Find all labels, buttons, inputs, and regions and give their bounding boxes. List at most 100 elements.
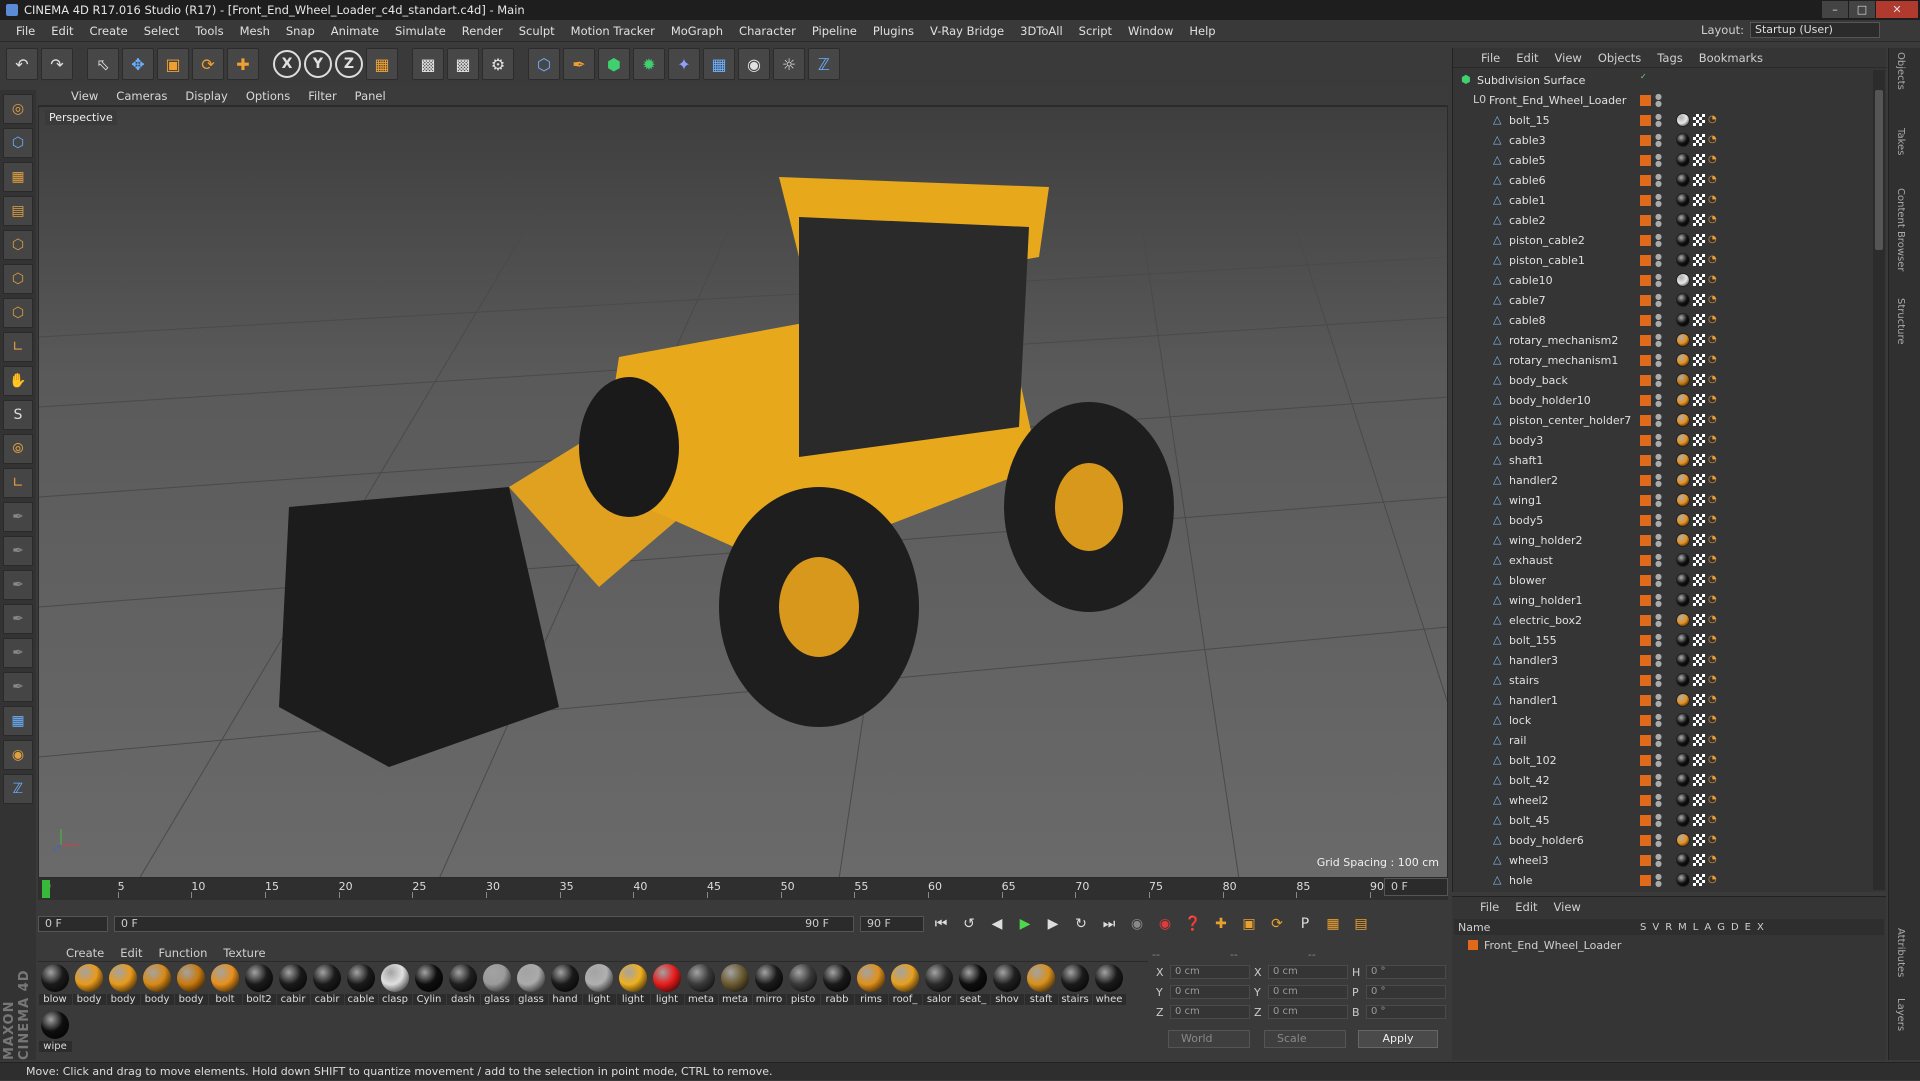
tree-item[interactable]: △ cable10 ● ● ◔: [1453, 270, 1871, 290]
material-tag-icon[interactable]: [1676, 353, 1690, 367]
menu-select[interactable]: Select: [136, 24, 187, 38]
key-position-icon[interactable]: ✚: [1210, 913, 1232, 935]
uvw-tag-icon[interactable]: [1693, 114, 1705, 126]
layer-color-swatch[interactable]: [1640, 354, 1651, 366]
phong-tag-icon[interactable]: ◔: [1708, 634, 1718, 646]
phong-tag-icon[interactable]: ◔: [1708, 754, 1718, 766]
material-tag-icon[interactable]: [1676, 253, 1690, 267]
phong-tag-icon[interactable]: ◔: [1708, 214, 1718, 226]
visibility-dots-icon[interactable]: ● ●: [1655, 713, 1662, 728]
menu-mesh[interactable]: Mesh: [232, 24, 278, 38]
uvw-tag-icon[interactable]: [1693, 334, 1705, 346]
material-swatch[interactable]: meta: [718, 964, 752, 1009]
deform-tool-icon[interactable]: ◉: [3, 740, 33, 770]
material-tag-icon[interactable]: [1676, 573, 1690, 587]
layer-color-swatch[interactable]: [1640, 514, 1651, 526]
layer-color-swatch[interactable]: [1640, 154, 1651, 166]
menu-window[interactable]: Window: [1120, 24, 1181, 38]
tree-item[interactable]: △ wheel3 ● ● ◔: [1453, 850, 1871, 870]
right-tab-structure[interactable]: Structure: [1895, 298, 1906, 345]
key-scale-icon[interactable]: ▣: [1238, 913, 1260, 935]
cube-object-icon[interactable]: ⬡: [528, 48, 560, 80]
visibility-dots-icon[interactable]: ● ●: [1655, 873, 1662, 888]
visibility-dots-icon[interactable]: ● ●: [1655, 493, 1662, 508]
grid-icon[interactable]: ▦: [3, 706, 33, 736]
material-swatch[interactable]: body: [174, 964, 208, 1009]
phong-tag-icon[interactable]: ◔: [1708, 134, 1718, 146]
material-tag-icon[interactable]: [1676, 813, 1690, 827]
phong-tag-icon[interactable]: ◔: [1708, 654, 1718, 666]
layer-color-swatch[interactable]: [1640, 614, 1651, 626]
material-swatch[interactable]: bolt2: [242, 964, 276, 1009]
material-tag-icon[interactable]: [1676, 233, 1690, 247]
tree-item[interactable]: △ hole ● ● ◔: [1453, 870, 1871, 890]
render-picture-viewer-icon[interactable]: ▩: [447, 48, 479, 80]
visibility-dots-icon[interactable]: ● ●: [1655, 653, 1662, 668]
tree-item[interactable]: △ handler2 ● ● ◔: [1453, 470, 1871, 490]
material-swatch[interactable]: dash: [446, 964, 480, 1009]
layer-color-swatch[interactable]: [1640, 234, 1651, 246]
visibility-dots-icon[interactable]: ● ●: [1655, 253, 1662, 268]
viewport-menu-filter[interactable]: Filter: [299, 89, 345, 103]
layout-dropdown[interactable]: Startup (User): [1750, 22, 1880, 38]
max-frame-field[interactable]: 90 F: [860, 916, 924, 932]
uvw-tag-icon[interactable]: [1693, 134, 1705, 146]
make-editable-icon[interactable]: ◎: [3, 94, 33, 124]
snap-icon[interactable]: S: [3, 400, 33, 430]
phong-tag-icon[interactable]: ◔: [1708, 354, 1718, 366]
right-tab-attributes[interactable]: Attributes: [1895, 928, 1906, 977]
recent-tool-icon[interactable]: ✚: [227, 48, 259, 80]
viewport-menu-panel[interactable]: Panel: [346, 89, 395, 103]
layer-color-swatch[interactable]: [1640, 674, 1651, 686]
layer-color-swatch[interactable]: [1640, 194, 1651, 206]
undo-icon[interactable]: ↶: [6, 48, 38, 80]
material-tag-icon[interactable]: [1676, 853, 1690, 867]
material-menu-texture[interactable]: Texture: [215, 946, 273, 960]
menu-edit[interactable]: Edit: [43, 24, 81, 38]
uvw-tag-icon[interactable]: [1693, 614, 1705, 626]
material-swatch[interactable]: glass: [514, 964, 548, 1009]
current-frame-field[interactable]: 0 F: [38, 916, 108, 932]
edges-mode-icon[interactable]: ⬡: [3, 264, 33, 294]
material-swatch[interactable]: mirro: [752, 964, 786, 1009]
material-tag-icon[interactable]: [1676, 373, 1690, 387]
material-tag-icon[interactable]: [1676, 413, 1690, 427]
phong-tag-icon[interactable]: ◔: [1708, 734, 1718, 746]
layer-color-swatch[interactable]: [1640, 334, 1651, 346]
visibility-dots-icon[interactable]: ● ●: [1655, 753, 1662, 768]
visibility-dots-icon[interactable]: ● ●: [1655, 413, 1662, 428]
coords-value-field[interactable]: 0 cm: [1170, 1005, 1250, 1019]
material-swatch[interactable]: wipe: [38, 1011, 72, 1056]
material-tag-icon[interactable]: [1676, 533, 1690, 547]
material-menu-create[interactable]: Create: [58, 946, 112, 960]
tree-item[interactable]: △ cable2 ● ● ◔: [1453, 210, 1871, 230]
enabled-check-icon[interactable]: ✓: [1640, 73, 1647, 87]
tree-item[interactable]: △ cable5 ● ● ◔: [1453, 150, 1871, 170]
material-tag-icon[interactable]: [1676, 593, 1690, 607]
material-tag-icon[interactable]: [1676, 393, 1690, 407]
uvw-tag-icon[interactable]: [1693, 774, 1705, 786]
live-selection-icon[interactable]: ⬁: [87, 48, 119, 80]
phong-tag-icon[interactable]: ◔: [1708, 234, 1718, 246]
uvw-tag-icon[interactable]: [1693, 154, 1705, 166]
magnet-icon[interactable]: ⦾: [3, 434, 33, 464]
visibility-dots-icon[interactable]: ● ●: [1655, 193, 1662, 208]
key-pla-icon[interactable]: ▦: [1322, 913, 1344, 935]
phong-tag-icon[interactable]: ◔: [1708, 174, 1718, 186]
tree-item[interactable]: △ rotary_mechanism2 ● ● ◔: [1453, 330, 1871, 350]
material-swatch[interactable]: shov: [990, 964, 1024, 1009]
layer-color-swatch[interactable]: [1640, 534, 1651, 546]
phong-tag-icon[interactable]: ◔: [1708, 574, 1718, 586]
tree-item[interactable]: △ piston_cable1 ● ● ◔: [1453, 250, 1871, 270]
tree-item-group[interactable]: L0 Front_End_Wheel_Loader ● ●: [1453, 90, 1871, 110]
uvw-tag-icon[interactable]: [1693, 794, 1705, 806]
phong-tag-icon[interactable]: ◔: [1708, 394, 1718, 406]
uvw-tag-icon[interactable]: [1693, 574, 1705, 586]
material-tag-icon[interactable]: [1676, 333, 1690, 347]
light-icon[interactable]: ☼: [773, 48, 805, 80]
play-icon[interactable]: ▶: [1014, 913, 1036, 935]
material-tag-icon[interactable]: [1676, 133, 1690, 147]
layer-color-swatch[interactable]: [1640, 834, 1651, 846]
visibility-dots-icon[interactable]: ● ●: [1655, 633, 1662, 648]
tree-item[interactable]: △ cable8 ● ● ◔: [1453, 310, 1871, 330]
